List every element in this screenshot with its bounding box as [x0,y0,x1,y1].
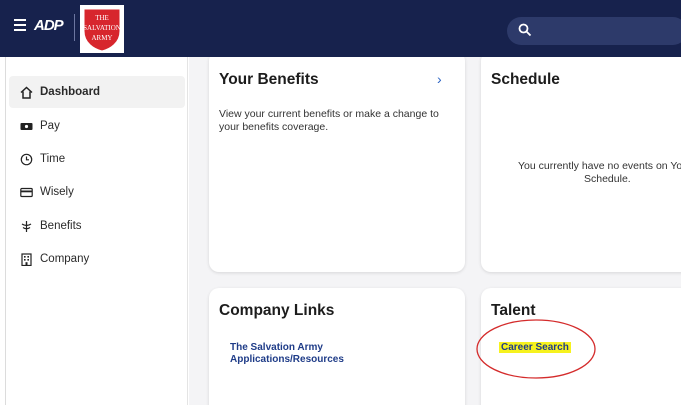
sidebar-item-label: Wisely [40,186,74,198]
schedule-card[interactable]: Schedule You currently have no events on… [481,57,681,272]
card-description: View your current benefits or make a cha… [219,108,439,133]
sidebar-item-label: Company [40,253,90,265]
salvation-army-resources-link[interactable]: The Salvation Army Applications/Resource… [230,342,344,366]
svg-text:SALVATION: SALVATION [83,24,121,32]
sidebar-item-pay[interactable]: Pay [9,110,185,142]
search-input[interactable] [507,17,681,45]
sidebar-item-wisely[interactable]: Wisely [9,176,185,208]
search-icon [518,23,532,37]
sidebar-item-benefits[interactable]: Benefits [9,210,185,242]
sidebar-item-label: Time [40,153,66,165]
sidebar-item-time[interactable]: Time [9,143,185,175]
clock-icon [20,153,33,166]
schedule-empty-text: You currently have no events on You Sche… [518,160,681,186]
benefits-icon [20,220,33,233]
sidebar-item-label: Pay [40,120,60,132]
benefits-card[interactable]: Your Benefits › View your current benefi… [209,57,465,272]
dashboard-content: Your Benefits › View your current benefi… [189,57,681,405]
sidebar: Dashboard Pay Time Wisely Benefits Compa… [5,57,188,405]
svg-text:ARMY: ARMY [91,34,112,42]
schedule-empty-line-1: You currently have no events on You [518,160,681,172]
sidebar-item-dashboard[interactable]: Dashboard [9,76,185,108]
logo-divider [74,14,75,41]
building-icon [20,252,33,266]
top-bar: ADP THE SALVATION ARMY [0,0,681,57]
hamburger-menu-icon[interactable] [14,19,26,33]
company-links-card: Company Links The Salvation Army Applica… [209,288,465,405]
card-title: Schedule [491,71,560,88]
home-icon [20,85,33,99]
salvation-army-logo: THE SALVATION ARMY [80,5,124,53]
svg-text:THE: THE [95,14,109,22]
schedule-empty-line-2: Schedule. [584,173,631,185]
sidebar-item-label: Benefits [40,220,82,232]
adp-logo[interactable]: ADP [34,17,64,34]
chevron-right-icon[interactable]: › [437,71,442,87]
card-title: Your Benefits [219,71,319,88]
card-icon [20,186,33,199]
annotation-circle [476,319,596,379]
link-line-2: Applications/Resources [230,354,344,365]
sidebar-item-label: Dashboard [40,86,101,98]
cash-icon [20,120,33,133]
link-line-1: The Salvation Army [230,342,323,353]
sidebar-item-company[interactable]: Company [9,243,185,275]
card-title: Company Links [219,302,335,319]
